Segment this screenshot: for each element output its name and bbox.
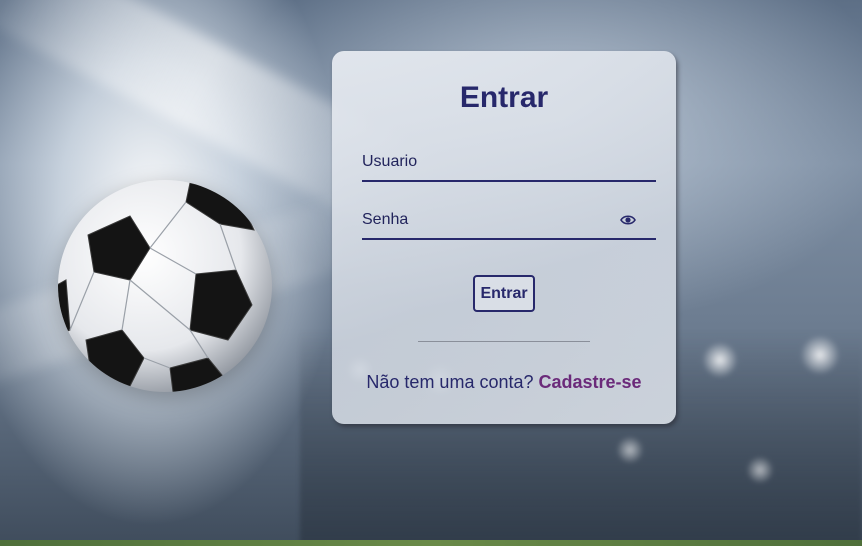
password-placeholder: Senha xyxy=(362,211,409,228)
signup-prompt: Não tem uma conta? xyxy=(366,372,534,392)
eye-icon[interactable] xyxy=(620,213,636,227)
login-title: Entrar xyxy=(459,81,549,114)
password-field[interactable]: Senha xyxy=(362,204,656,240)
login-card: Entrar Usuario Senha Entrar Não tem uma … xyxy=(332,51,676,424)
username-field[interactable]: Usuario xyxy=(362,146,656,182)
submit-button[interactable]: Entrar xyxy=(473,275,535,312)
divider xyxy=(418,341,590,342)
username-placeholder: Usuario xyxy=(362,153,418,170)
soccer-ball-image xyxy=(58,180,272,392)
signup-row: Não tem uma conta? Cadastre-se xyxy=(332,372,676,393)
grass-strip xyxy=(0,540,862,546)
signup-link[interactable]: Cadastre-se xyxy=(539,372,642,392)
background-stadium: Entrar Usuario Senha Entrar Não tem uma … xyxy=(0,0,862,546)
